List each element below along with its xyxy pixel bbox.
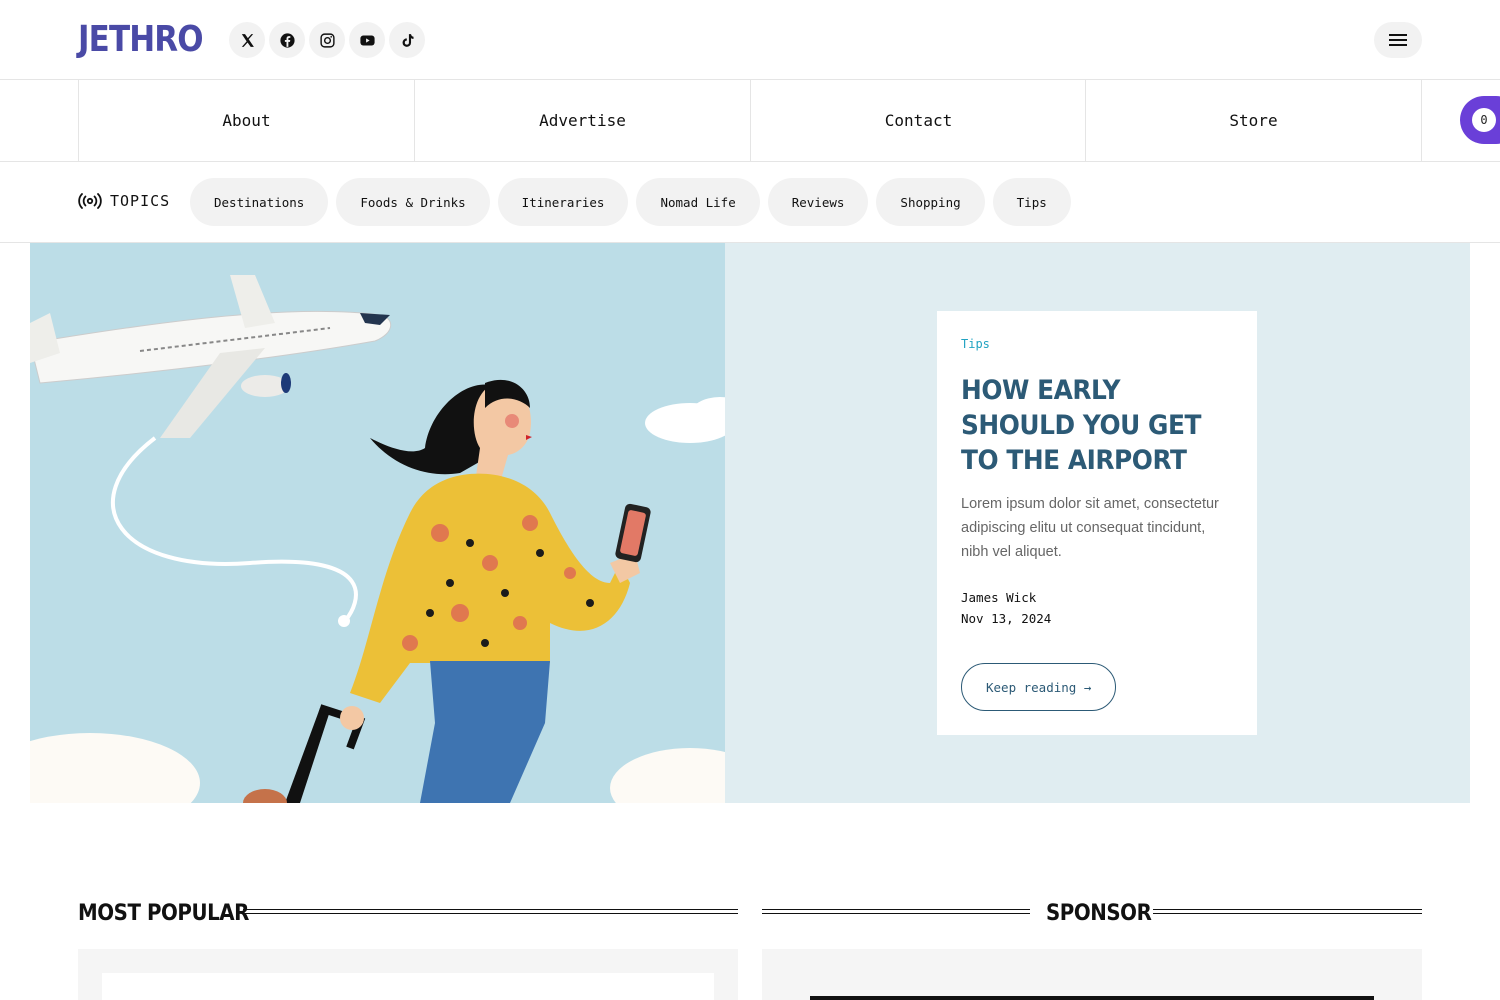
sponsor-divider-left [762, 909, 1030, 914]
topic-chip-tips[interactable]: Tips [992, 178, 1071, 226]
featured-card: Tips How early should you get to the air… [937, 311, 1257, 735]
sponsor-heading: SPONSOR [1046, 901, 1152, 926]
site-header: JETHRO [0, 0, 1500, 80]
menu-button[interactable] [1374, 22, 1422, 58]
featured-image[interactable] [30, 243, 725, 803]
keep-reading-button[interactable]: Keep reading → [961, 663, 1117, 711]
popular-post-card[interactable] [102, 973, 714, 1000]
sponsor-panel [762, 949, 1422, 1000]
instagram-link[interactable] [309, 22, 345, 58]
topic-chip-shopping[interactable]: Shopping [876, 178, 985, 226]
most-popular-divider [243, 909, 738, 914]
topic-chips: Destinations Foods & Drinks Itineraries … [190, 178, 1071, 226]
broadcast-icon [78, 193, 102, 209]
topics-bar: TOPICS Destinations Foods & Drinks Itine… [0, 162, 1500, 243]
cart-count-badge: 0 [1472, 108, 1496, 132]
topic-chip-foods-drinks[interactable]: Foods & Drinks [336, 178, 490, 226]
instagram-icon [319, 32, 335, 48]
sponsor-divider-right [1153, 909, 1422, 914]
topic-chip-reviews[interactable]: Reviews [767, 178, 869, 226]
post-excerpt: Lorem ipsum dolor sit amet, consectetur … [961, 496, 1219, 560]
facebook-link[interactable] [269, 22, 305, 58]
tiktok-icon [402, 33, 414, 47]
x-icon [241, 33, 254, 47]
nav-item-contact[interactable]: Contact [750, 80, 1086, 161]
featured-post: Tips How early should you get to the air… [30, 243, 1470, 803]
topics-label-text: TOPICS [110, 192, 171, 210]
nav-item-advertise[interactable]: Advertise [414, 80, 750, 161]
topic-chip-destinations[interactable]: Destinations [190, 178, 329, 226]
tiktok-link[interactable] [389, 22, 425, 58]
topic-chip-nomad-life[interactable]: Nomad Life [636, 178, 760, 226]
post-author[interactable]: James Wick [961, 590, 1233, 605]
youtube-icon [359, 35, 375, 45]
most-popular-panel [78, 949, 738, 1000]
post-date: Nov 13, 2024 [961, 611, 1052, 626]
topic-chip-itineraries[interactable]: Itineraries [497, 178, 629, 226]
most-popular-heading: MOST POPULAR [78, 901, 249, 926]
youtube-link[interactable] [349, 22, 385, 58]
hamburger-menu-icon [1389, 34, 1407, 46]
nav-item-store[interactable]: Store [1085, 80, 1421, 161]
x-link[interactable] [229, 22, 265, 58]
cart-button[interactable]: 0 [1460, 96, 1500, 144]
post-title[interactable]: How early should you get to the airport [961, 373, 1232, 478]
topics-label: TOPICS [78, 192, 170, 210]
sponsor-banner[interactable] [810, 996, 1374, 1000]
traveler-illustration [30, 243, 725, 803]
main-nav: About Advertise Contact Store [0, 80, 1500, 162]
nav-divider [1421, 80, 1422, 161]
facebook-icon [279, 32, 295, 48]
social-links [229, 22, 425, 58]
post-category[interactable]: Tips [961, 337, 1233, 351]
nav-item-about[interactable]: About [78, 80, 414, 161]
site-logo[interactable]: JETHRO [78, 20, 204, 60]
